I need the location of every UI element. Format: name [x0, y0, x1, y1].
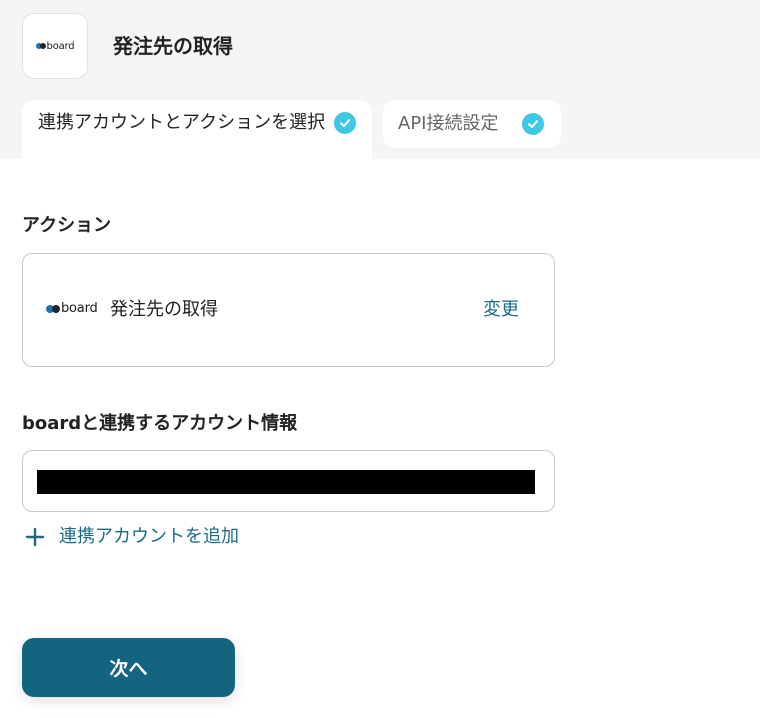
next-button[interactable]: 次へ — [22, 638, 235, 697]
tab-select-account-action[interactable]: 連携アカウントとアクションを選択 — [22, 100, 372, 159]
add-account-label: 連携アカウントを追加 — [59, 526, 239, 547]
board-logo-text: board — [46, 40, 75, 52]
action-name: 発注先の取得 — [110, 299, 218, 320]
app-logo: board — [22, 13, 88, 79]
change-action-link[interactable]: 変更 — [483, 296, 519, 324]
add-account-button[interactable]: 連携アカウントを追加 — [24, 524, 239, 550]
board-logo-text: board — [61, 301, 98, 316]
action-section-label: アクション — [22, 215, 112, 236]
action-card: board 発注先の取得 変更 — [22, 253, 555, 367]
tab-label: 連携アカウントとアクションを選択 — [38, 112, 326, 133]
tab-label: API接続設定 — [398, 113, 499, 134]
check-circle-icon — [522, 113, 544, 135]
account-select[interactable] — [22, 450, 555, 512]
redacted-account-value — [37, 470, 535, 494]
check-circle-icon — [334, 112, 356, 134]
next-button-label: 次へ — [109, 658, 148, 680]
board-logo: board — [46, 301, 98, 316]
board-logo: board — [35, 40, 75, 52]
plus-icon — [25, 527, 45, 547]
account-section-label: boardと連携するアカウント情報 — [22, 413, 298, 434]
page-title: 発注先の取得 — [113, 34, 233, 58]
tab-api-settings[interactable]: API接続設定 — [383, 100, 561, 148]
